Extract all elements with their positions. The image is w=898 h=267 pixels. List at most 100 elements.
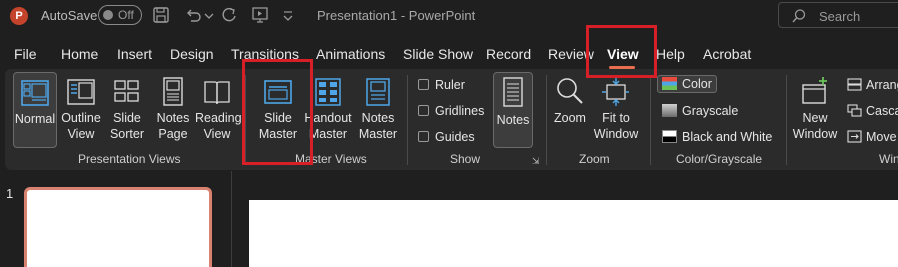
magnifier-icon xyxy=(557,78,583,104)
zoom-button[interactable]: Zoom xyxy=(549,72,591,148)
group-label-color-grayscale: Color/Grayscale xyxy=(676,152,763,166)
guides-label: Guides xyxy=(435,130,475,144)
start-slideshow-icon[interactable] xyxy=(250,5,272,27)
tab-acrobat[interactable]: Acrobat xyxy=(703,46,751,62)
slide-thumbnail[interactable] xyxy=(24,187,212,267)
checkbox-box xyxy=(418,79,429,90)
document-title: Presentation1 - PowerPoint xyxy=(317,8,476,23)
tab-insert[interactable]: Insert xyxy=(117,46,152,62)
tab-record[interactable]: Record xyxy=(486,46,531,62)
tab-design[interactable]: Design xyxy=(170,46,214,62)
notes-master-button[interactable]: Notes Master xyxy=(355,72,401,148)
handout-master-label-2: Master xyxy=(308,127,348,141)
search-box[interactable]: Search xyxy=(778,2,898,28)
group-separator xyxy=(407,75,408,165)
notes-master-label-2: Master xyxy=(358,127,398,141)
slide-sorter-icon xyxy=(114,80,139,102)
fit-to-window-icon xyxy=(602,78,629,106)
highlight-view-tab xyxy=(586,25,657,78)
group-separator xyxy=(546,75,547,165)
highlight-slide-master xyxy=(242,59,313,165)
notes-button[interactable]: Notes xyxy=(493,72,533,148)
black-and-white-option[interactable]: Black and White xyxy=(662,130,772,144)
save-icon[interactable] xyxy=(151,5,173,27)
search-icon xyxy=(792,9,806,23)
group-separator xyxy=(650,75,651,165)
group-label-window: Win xyxy=(879,152,898,166)
notes-page-label-2: Page xyxy=(158,127,188,141)
fit-to-window-button[interactable]: Fit to Window xyxy=(591,72,641,148)
color-swatch-icon xyxy=(662,77,677,90)
reading-view-icon xyxy=(204,81,230,105)
black-and-white-label: Black and White xyxy=(682,130,773,144)
autosave-toggle[interactable]: Off xyxy=(98,5,142,25)
group-separator xyxy=(786,75,787,165)
tab-help[interactable]: Help xyxy=(656,46,685,62)
tab-slide-show[interactable]: Slide Show xyxy=(403,46,473,62)
group-label-presentation-views: Presentation Views xyxy=(78,152,181,166)
normal-view-button[interactable]: Normal xyxy=(13,72,57,148)
checkbox-box xyxy=(418,105,429,116)
cascade-button[interactable]: Casca xyxy=(847,104,898,118)
reading-view-label-1: Reading xyxy=(195,111,242,125)
handout-master-icon xyxy=(315,78,341,106)
new-window-label-1: New xyxy=(802,111,828,125)
search-placeholder: Search xyxy=(819,9,861,24)
gridlines-checkbox[interactable]: Gridlines xyxy=(418,104,484,118)
notes-page-label-1: Notes xyxy=(156,111,190,125)
fit-label-1: Fit to xyxy=(602,111,630,125)
outline-label-1: Outline xyxy=(61,111,101,125)
color-label: Color xyxy=(682,77,712,91)
new-window-button[interactable]: New Window xyxy=(790,72,840,148)
slide-sorter-button[interactable]: Slide Sorter xyxy=(105,72,149,148)
new-window-icon xyxy=(802,77,827,104)
redo-icon[interactable] xyxy=(219,5,241,27)
notes-page-button[interactable]: Notes Page xyxy=(151,72,195,148)
arrange-label: Arrang xyxy=(866,78,898,92)
checkbox-box xyxy=(418,131,429,142)
notes-label: Notes xyxy=(496,113,530,127)
grayscale-label: Grayscale xyxy=(682,104,739,118)
fit-label-2: Window xyxy=(593,127,639,141)
group-label-zoom: Zoom xyxy=(579,152,610,166)
panel-divider[interactable] xyxy=(231,171,232,267)
normal-view-icon xyxy=(21,80,49,106)
customize-toolbar-icon[interactable] xyxy=(282,5,304,27)
ribbon-panel: Normal Outline View Slide Sorter Notes P… xyxy=(5,69,898,170)
arrange-all-button[interactable]: Arrang xyxy=(847,78,898,92)
arrange-all-icon xyxy=(847,78,862,91)
tab-file[interactable]: File xyxy=(14,46,37,62)
slide-sorter-label-2: Sorter xyxy=(109,127,145,141)
reading-view-button[interactable]: Reading View xyxy=(195,72,242,148)
new-window-label-2: Window xyxy=(792,127,838,141)
grayscale-swatch-icon xyxy=(662,104,677,117)
move-split-button[interactable]: Move xyxy=(847,130,897,144)
outline-view-button[interactable]: Outline View xyxy=(59,72,103,148)
toggle-knob xyxy=(103,10,113,20)
notes-master-label-1: Notes xyxy=(361,111,395,125)
slide-canvas[interactable] xyxy=(249,200,898,267)
grayscale-option[interactable]: Grayscale xyxy=(662,104,738,118)
color-option[interactable]: Color xyxy=(657,75,717,93)
cascade-label: Casca xyxy=(866,104,898,118)
normal-label: Normal xyxy=(14,112,56,126)
editor-area: 1 xyxy=(0,171,898,267)
ruler-checkbox[interactable]: Ruler xyxy=(418,78,465,92)
gridlines-label: Gridlines xyxy=(435,104,485,118)
title-bar: P AutoSave Off Presentation1 - PowerPoin… xyxy=(0,0,898,32)
move-split-icon xyxy=(847,130,862,143)
zoom-label: Zoom xyxy=(554,111,586,125)
dialog-launcher-icon[interactable]: ⇲ xyxy=(532,156,540,167)
black-white-swatch-icon xyxy=(662,130,677,143)
notes-page-icon xyxy=(163,77,183,106)
undo-icon[interactable] xyxy=(183,5,205,27)
autosave-label: AutoSave xyxy=(41,8,98,23)
cascade-icon xyxy=(847,104,862,117)
guides-checkbox[interactable]: Guides xyxy=(418,130,475,144)
notes-icon xyxy=(503,77,523,107)
outline-label-2: View xyxy=(67,127,95,141)
tab-animations[interactable]: Animations xyxy=(316,46,385,62)
move-label: Move xyxy=(866,130,897,144)
tab-home[interactable]: Home xyxy=(61,46,98,62)
reading-view-label-2: View xyxy=(203,127,231,141)
